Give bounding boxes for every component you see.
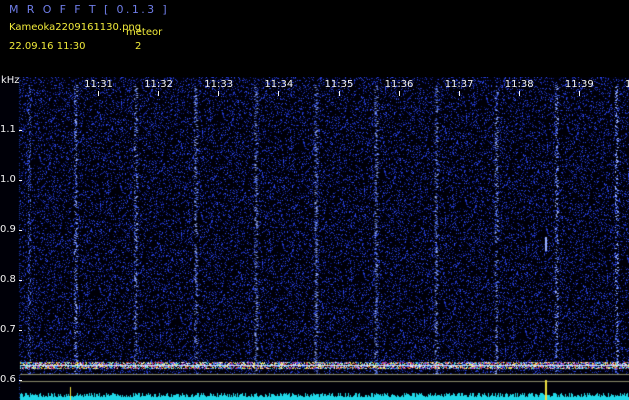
y-tick-label: 1.0 [0, 174, 16, 185]
x-tick-mark [399, 91, 400, 96]
x-tick-mark [519, 91, 520, 96]
y-tick-mark [19, 230, 22, 231]
x-tick-mark [459, 91, 460, 96]
x-tick-label: 11:33 [204, 79, 234, 90]
x-tick-label: 11:35 [324, 79, 354, 90]
app-title: M R O F F T [ 0.1.3 ] [9, 3, 170, 16]
x-tick-label: 11:37 [444, 79, 474, 90]
x-tick-mark [98, 91, 99, 96]
y-tick-mark [19, 330, 22, 331]
x-tick-mark [579, 91, 580, 96]
y-tick-mark [19, 380, 22, 381]
spectrogram-canvas [0, 77, 629, 400]
y-tick-mark [19, 280, 22, 281]
x-tick-label: 11:36 [384, 79, 414, 90]
x-tick-label: 11:40 [625, 79, 629, 90]
header-bar: M R O F F T [ 0.1.3 ] Kameoka2209161130.… [0, 0, 629, 77]
x-tick-mark [158, 91, 159, 96]
meteor-label: meteor [126, 27, 163, 38]
meteor-count: 2 [135, 41, 142, 52]
y-tick-label: 0.8 [0, 274, 16, 285]
filename-label: Kameoka2209161130.png [9, 22, 142, 33]
y-axis-unit: kHz [1, 75, 20, 86]
x-tick-mark [278, 91, 279, 96]
y-tick-label: 1.1 [0, 124, 16, 135]
y-tick-mark [19, 180, 22, 181]
y-tick-mark [19, 130, 22, 131]
x-tick-label: 11:38 [504, 79, 534, 90]
x-tick-label: 11:39 [564, 79, 594, 90]
x-tick-label: 11:32 [144, 79, 174, 90]
x-tick-label: 11:31 [84, 79, 113, 90]
y-tick-label: 0.6 [0, 374, 16, 385]
x-tick-mark [218, 91, 219, 96]
y-tick-label: 0.9 [0, 224, 16, 235]
x-tick-label: 11:34 [264, 79, 294, 90]
y-tick-label: 0.7 [0, 324, 16, 335]
datetime-label: 22.09.16 11:30 [9, 41, 86, 52]
x-tick-mark [339, 91, 340, 96]
